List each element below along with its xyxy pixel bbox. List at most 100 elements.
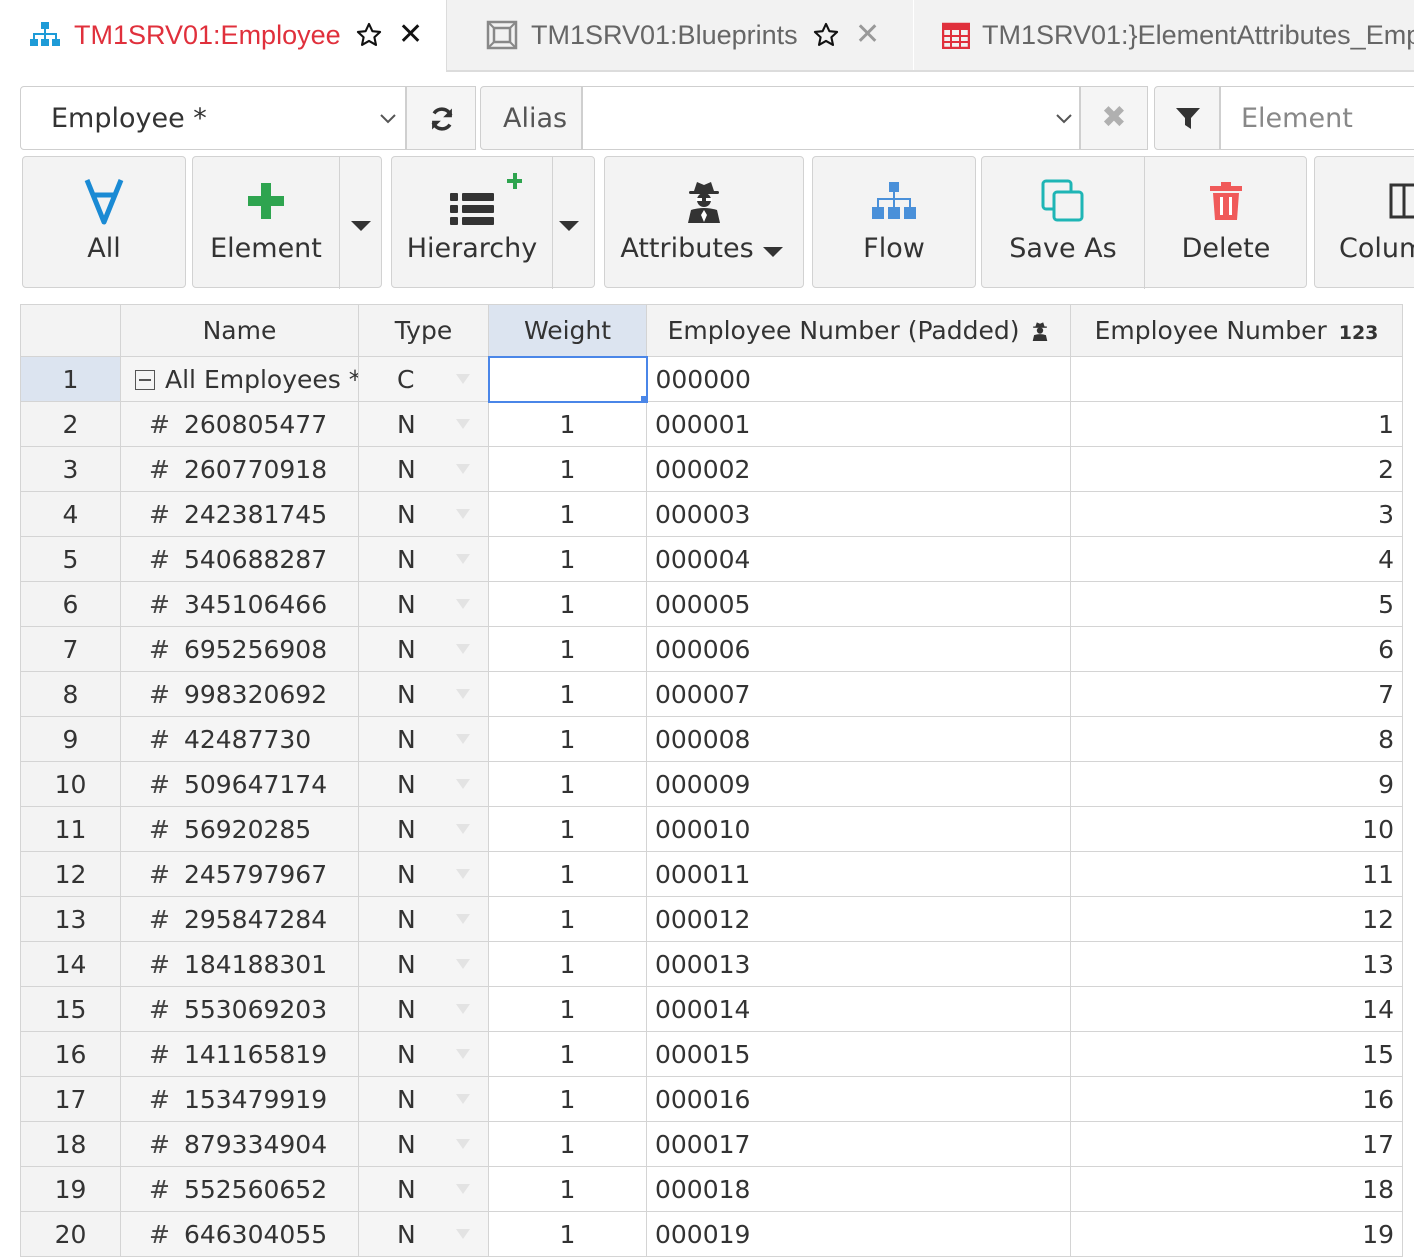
weight-cell[interactable]: 1 bbox=[488, 536, 647, 582]
type-cell[interactable]: N bbox=[358, 986, 489, 1032]
type-cell[interactable]: N bbox=[358, 446, 489, 492]
caret-down-icon[interactable] bbox=[456, 464, 470, 474]
employee-number-cell[interactable]: 17 bbox=[1070, 1121, 1403, 1167]
element-dropdown-button[interactable] bbox=[340, 157, 382, 287]
type-cell[interactable]: N bbox=[358, 1076, 489, 1122]
row-number[interactable]: 3 bbox=[20, 446, 121, 492]
name-cell[interactable]: #540688287 bbox=[120, 536, 359, 582]
hierarchy-dropdown-button[interactable] bbox=[553, 157, 595, 287]
employee-number-cell[interactable]: 13 bbox=[1070, 941, 1403, 987]
name-cell[interactable]: #260805477 bbox=[120, 401, 359, 447]
name-cell[interactable]: #646304055 bbox=[120, 1211, 359, 1257]
type-cell[interactable]: N bbox=[358, 1166, 489, 1212]
number-column-header[interactable]: Employee Number 123 bbox=[1070, 304, 1403, 357]
padded-number-cell[interactable]: 000017 bbox=[646, 1121, 1071, 1167]
caret-down-icon[interactable] bbox=[456, 599, 470, 609]
tab-element-attributes[interactable]: TM1SRV01:}ElementAttributes_Employee bbox=[914, 0, 1414, 70]
row-number[interactable]: 8 bbox=[20, 671, 121, 717]
weight-cell[interactable]: 1 bbox=[488, 1031, 647, 1077]
dimension-select[interactable]: Employee * bbox=[20, 86, 406, 150]
name-cell[interactable]: #879334904 bbox=[120, 1121, 359, 1167]
alias-select[interactable] bbox=[582, 86, 1080, 150]
caret-down-icon[interactable] bbox=[456, 1049, 470, 1059]
row-number[interactable]: 17 bbox=[20, 1076, 121, 1122]
padded-number-cell[interactable]: 000019 bbox=[646, 1211, 1071, 1257]
type-cell[interactable]: N bbox=[358, 581, 489, 627]
caret-down-icon[interactable] bbox=[456, 1004, 470, 1014]
tab-employee[interactable]: TM1SRV01:Employee ✕ bbox=[0, 0, 447, 70]
row-number[interactable]: 16 bbox=[20, 1031, 121, 1077]
type-cell[interactable]: N bbox=[358, 1211, 489, 1257]
padded-number-cell[interactable]: 000006 bbox=[646, 626, 1071, 672]
type-cell[interactable]: N bbox=[358, 761, 489, 807]
weight-cell[interactable]: 1 bbox=[488, 1166, 647, 1212]
name-column-header[interactable]: Name bbox=[120, 304, 359, 357]
row-number[interactable]: 15 bbox=[20, 986, 121, 1032]
padded-number-cell[interactable]: 000018 bbox=[646, 1166, 1071, 1212]
type-cell[interactable]: N bbox=[358, 806, 489, 852]
attributes-button[interactable]: Attributes bbox=[604, 156, 804, 288]
name-cell[interactable]: All Employees * bbox=[120, 356, 359, 402]
employee-number-cell[interactable]: 11 bbox=[1070, 851, 1403, 897]
weight-cell[interactable]: 1 bbox=[488, 896, 647, 942]
element-filter-input[interactable]: Element bbox=[1220, 86, 1414, 150]
caret-down-icon[interactable] bbox=[456, 419, 470, 429]
name-cell[interactable]: #345106466 bbox=[120, 581, 359, 627]
weight-cell[interactable]: 1 bbox=[488, 446, 647, 492]
caret-down-icon[interactable] bbox=[456, 509, 470, 519]
employee-number-cell[interactable]: 10 bbox=[1070, 806, 1403, 852]
weight-cell[interactable] bbox=[487, 355, 648, 403]
type-column-header[interactable]: Type bbox=[358, 304, 489, 357]
name-cell[interactable]: #153479919 bbox=[120, 1076, 359, 1122]
employee-number-cell[interactable]: 2 bbox=[1070, 446, 1403, 492]
row-number[interactable]: 11 bbox=[20, 806, 121, 852]
name-cell[interactable]: #242381745 bbox=[120, 491, 359, 537]
delete-button[interactable]: Delete bbox=[1145, 157, 1307, 287]
type-cell[interactable]: N bbox=[358, 896, 489, 942]
padded-column-header[interactable]: Employee Number (Padded) bbox=[646, 304, 1071, 357]
weight-cell[interactable]: 1 bbox=[488, 491, 647, 537]
close-icon[interactable]: ✕ bbox=[397, 20, 425, 50]
type-cell[interactable]: N bbox=[358, 671, 489, 717]
type-cell[interactable]: N bbox=[358, 851, 489, 897]
name-cell[interactable]: #184188301 bbox=[120, 941, 359, 987]
employee-number-cell[interactable]: 15 bbox=[1070, 1031, 1403, 1077]
star-icon[interactable] bbox=[812, 21, 840, 49]
row-number[interactable]: 2 bbox=[20, 401, 121, 447]
name-cell[interactable]: #260770918 bbox=[120, 446, 359, 492]
name-cell[interactable]: #56920285 bbox=[120, 806, 359, 852]
name-cell[interactable]: #695256908 bbox=[120, 626, 359, 672]
name-cell[interactable]: #42487730 bbox=[120, 716, 359, 762]
row-number[interactable]: 10 bbox=[20, 761, 121, 807]
caret-down-icon[interactable] bbox=[455, 374, 470, 384]
padded-number-cell[interactable]: 000016 bbox=[646, 1076, 1071, 1122]
weight-column-header[interactable]: Weight bbox=[488, 304, 647, 357]
row-number[interactable]: 20 bbox=[20, 1211, 121, 1257]
row-number[interactable]: 9 bbox=[20, 716, 121, 762]
caret-down-icon[interactable] bbox=[456, 824, 470, 834]
weight-cell[interactable]: 1 bbox=[488, 671, 647, 717]
weight-cell[interactable]: 1 bbox=[488, 1076, 647, 1122]
type-cell[interactable]: N bbox=[358, 536, 489, 582]
padded-number-cell[interactable]: 000002 bbox=[646, 446, 1071, 492]
padded-number-cell[interactable]: 000015 bbox=[646, 1031, 1071, 1077]
tab-blueprints[interactable]: TM1SRV01:Blueprints ✕ bbox=[447, 0, 913, 70]
caret-down-icon[interactable] bbox=[456, 959, 470, 969]
caret-down-icon[interactable] bbox=[456, 1139, 470, 1149]
name-cell[interactable]: #295847284 bbox=[120, 896, 359, 942]
close-icon[interactable]: ✕ bbox=[854, 20, 882, 50]
row-number[interactable]: 4 bbox=[20, 491, 121, 537]
type-cell[interactable]: N bbox=[358, 491, 489, 537]
weight-cell[interactable]: 1 bbox=[488, 626, 647, 672]
weight-cell[interactable]: 1 bbox=[488, 986, 647, 1032]
row-number[interactable]: 6 bbox=[20, 581, 121, 627]
employee-number-cell[interactable]: 3 bbox=[1070, 491, 1403, 537]
employee-number-cell[interactable]: 16 bbox=[1070, 1076, 1403, 1122]
caret-down-icon[interactable] bbox=[456, 779, 470, 789]
caret-down-icon[interactable] bbox=[456, 554, 470, 564]
padded-number-cell[interactable]: 000003 bbox=[646, 491, 1071, 537]
type-cell[interactable]: C bbox=[358, 356, 489, 402]
type-cell[interactable]: N bbox=[358, 626, 489, 672]
caret-down-icon[interactable] bbox=[456, 914, 470, 924]
row-number[interactable]: 7 bbox=[20, 626, 121, 672]
